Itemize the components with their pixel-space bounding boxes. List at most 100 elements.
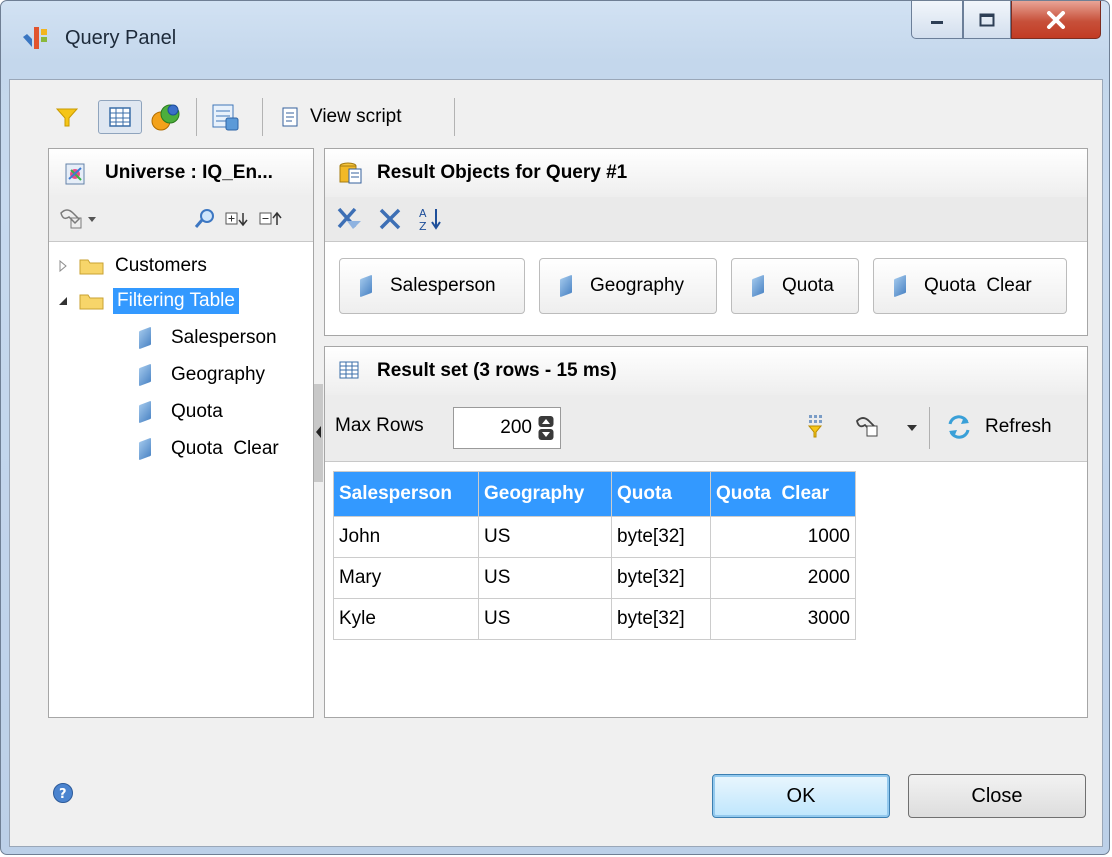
dialog-body: View script Universe : IQ_En... Customer…	[9, 79, 1103, 847]
main-toolbar: View script	[10, 80, 1102, 150]
table-row[interactable]: Kyle US byte[32] 3000	[333, 598, 856, 640]
help-icon: ?	[53, 783, 73, 803]
remove-icon	[379, 208, 401, 230]
panel-splitter[interactable]	[314, 384, 323, 482]
result-tools-dropdown[interactable]	[853, 413, 923, 447]
close-button[interactable]: Close	[908, 774, 1086, 818]
sort-button[interactable]: AZ	[417, 205, 443, 239]
result-object-salesperson[interactable]: Salesperson	[339, 258, 525, 314]
dimension-icon	[139, 363, 151, 387]
query-properties-button[interactable]	[210, 100, 246, 134]
universe-tools-dropdown[interactable]	[57, 205, 101, 239]
table-cell: 1000	[710, 516, 856, 558]
combined-query-icon	[151, 104, 180, 131]
result-objects-area: Salesperson Geography Quota Quota Clear	[325, 242, 1087, 335]
view-script-label: View script	[310, 106, 402, 127]
maximize-button[interactable]	[963, 1, 1011, 39]
max-rows-spinner[interactable]: 200	[453, 407, 561, 449]
filter-icon	[56, 108, 78, 127]
tree-object-salesperson[interactable]: Salesperson	[139, 321, 277, 355]
expand-all-button[interactable]	[225, 209, 251, 235]
dimension-icon	[560, 274, 572, 298]
search-button[interactable]	[193, 207, 217, 237]
result-object-geography[interactable]: Geography	[539, 258, 717, 314]
tree-object-label: Quota	[171, 401, 223, 422]
tree-item-filtering-table[interactable]: Filtering Table	[55, 284, 239, 318]
universe-icon	[65, 163, 85, 185]
result-object-label: Quota Clear	[924, 275, 1032, 296]
universe-title: Universe : IQ_En...	[105, 162, 273, 183]
table-row[interactable]: Mary US byte[32] 2000	[333, 557, 856, 599]
tools-icon	[856, 417, 917, 437]
result-objects-header: Result Objects for Query #1	[325, 149, 1087, 198]
universe-panel-header: Universe : IQ_En...	[49, 149, 313, 198]
filter-pane-button[interactable]	[56, 100, 82, 134]
remove-all-icon	[337, 207, 361, 229]
query-panel-window: Query Panel View script Universe: IQ_En…	[0, 0, 1110, 855]
result-object-label: Geography	[590, 275, 685, 296]
window-title: Query Panel	[65, 27, 177, 49]
max-rows-value: 200	[500, 417, 532, 438]
svg-text:A: A	[419, 207, 427, 220]
result-objects-toolbar: AZ	[325, 197, 1087, 242]
tree-item-label: Customers	[115, 255, 207, 276]
dimension-icon	[139, 437, 151, 461]
refresh-icon	[948, 415, 970, 439]
collapse-all-icon	[259, 211, 282, 225]
tree-object-quota[interactable]: Quota	[139, 395, 223, 429]
sort-az-icon: AZ	[419, 207, 441, 233]
remove-button[interactable]	[377, 206, 403, 238]
help-button[interactable]: ?	[52, 782, 74, 810]
app-icon	[23, 27, 47, 49]
query-properties-icon	[212, 104, 239, 131]
minimize-icon	[931, 20, 943, 24]
table-row[interactable]: John US byte[32] 1000	[333, 516, 856, 558]
collapse-all-button[interactable]	[259, 209, 285, 235]
data-preview-toggle-button[interactable]	[98, 100, 142, 134]
result-grid-container: Salesperson Geography Quota Quota Clear …	[333, 471, 856, 640]
tree-object-quota-clear[interactable]: Quota Clear	[139, 432, 279, 466]
tree-item-customers[interactable]: Customers	[55, 249, 207, 283]
folder-open-icon	[79, 294, 104, 310]
refresh-label: Refresh	[985, 416, 1052, 437]
svg-text:Z: Z	[419, 220, 427, 233]
result-objects-panel: Result Objects for Query #1 AZ Salespers…	[324, 148, 1088, 336]
result-grid[interactable]: Salesperson Geography Quota Quota Clear …	[333, 471, 856, 640]
remove-all-button[interactable]	[335, 205, 365, 239]
universe-toolbar	[49, 197, 313, 242]
result-object-label: Quota	[782, 275, 834, 296]
table-cell: byte[32]	[611, 598, 711, 640]
close-window-button[interactable]	[1011, 1, 1101, 39]
tree-object-geography[interactable]: Geography	[139, 358, 265, 392]
table-cell: US	[478, 516, 612, 558]
column-header[interactable]: Geography	[478, 471, 612, 517]
column-header[interactable]: Quota	[611, 471, 711, 517]
table-cell: 2000	[710, 557, 856, 599]
dimension-icon	[360, 274, 372, 298]
ok-button[interactable]: OK	[712, 774, 890, 818]
tree-item-label: Filtering Table	[113, 288, 239, 314]
dimension-icon	[139, 400, 151, 424]
combined-query-button[interactable]	[148, 100, 188, 134]
filter-results-button[interactable]	[803, 411, 829, 447]
dimension-icon	[139, 326, 151, 350]
expand-arrow-icon	[59, 259, 67, 273]
minimize-button[interactable]	[911, 1, 963, 39]
refresh-button[interactable]: Refresh	[945, 413, 1052, 441]
search-icon	[194, 209, 214, 228]
result-grid-header-row: Salesperson Geography Quota Quota Clear	[333, 471, 856, 517]
column-header[interactable]: Quota Clear	[710, 471, 856, 517]
universe-outline-panel: Universe : IQ_En... Customers Filtering …	[48, 148, 314, 718]
result-object-quota-clear[interactable]: Quota Clear	[873, 258, 1067, 314]
table-cell: byte[32]	[611, 557, 711, 599]
collapse-arrow-icon	[59, 297, 67, 305]
view-script-button[interactable]: View script	[280, 100, 460, 134]
result-object-quota[interactable]: Quota	[731, 258, 859, 314]
spinner-arrows-icon[interactable]	[538, 415, 554, 441]
result-set-title: Result set (3 rows - 15 ms)	[377, 360, 617, 381]
table-cell: byte[32]	[611, 516, 711, 558]
collapse-left-icon	[316, 426, 321, 438]
column-header[interactable]: Salesperson	[333, 471, 479, 517]
dimension-icon	[752, 274, 764, 298]
result-set-header: Result set (3 rows - 15 ms)	[325, 347, 1087, 396]
